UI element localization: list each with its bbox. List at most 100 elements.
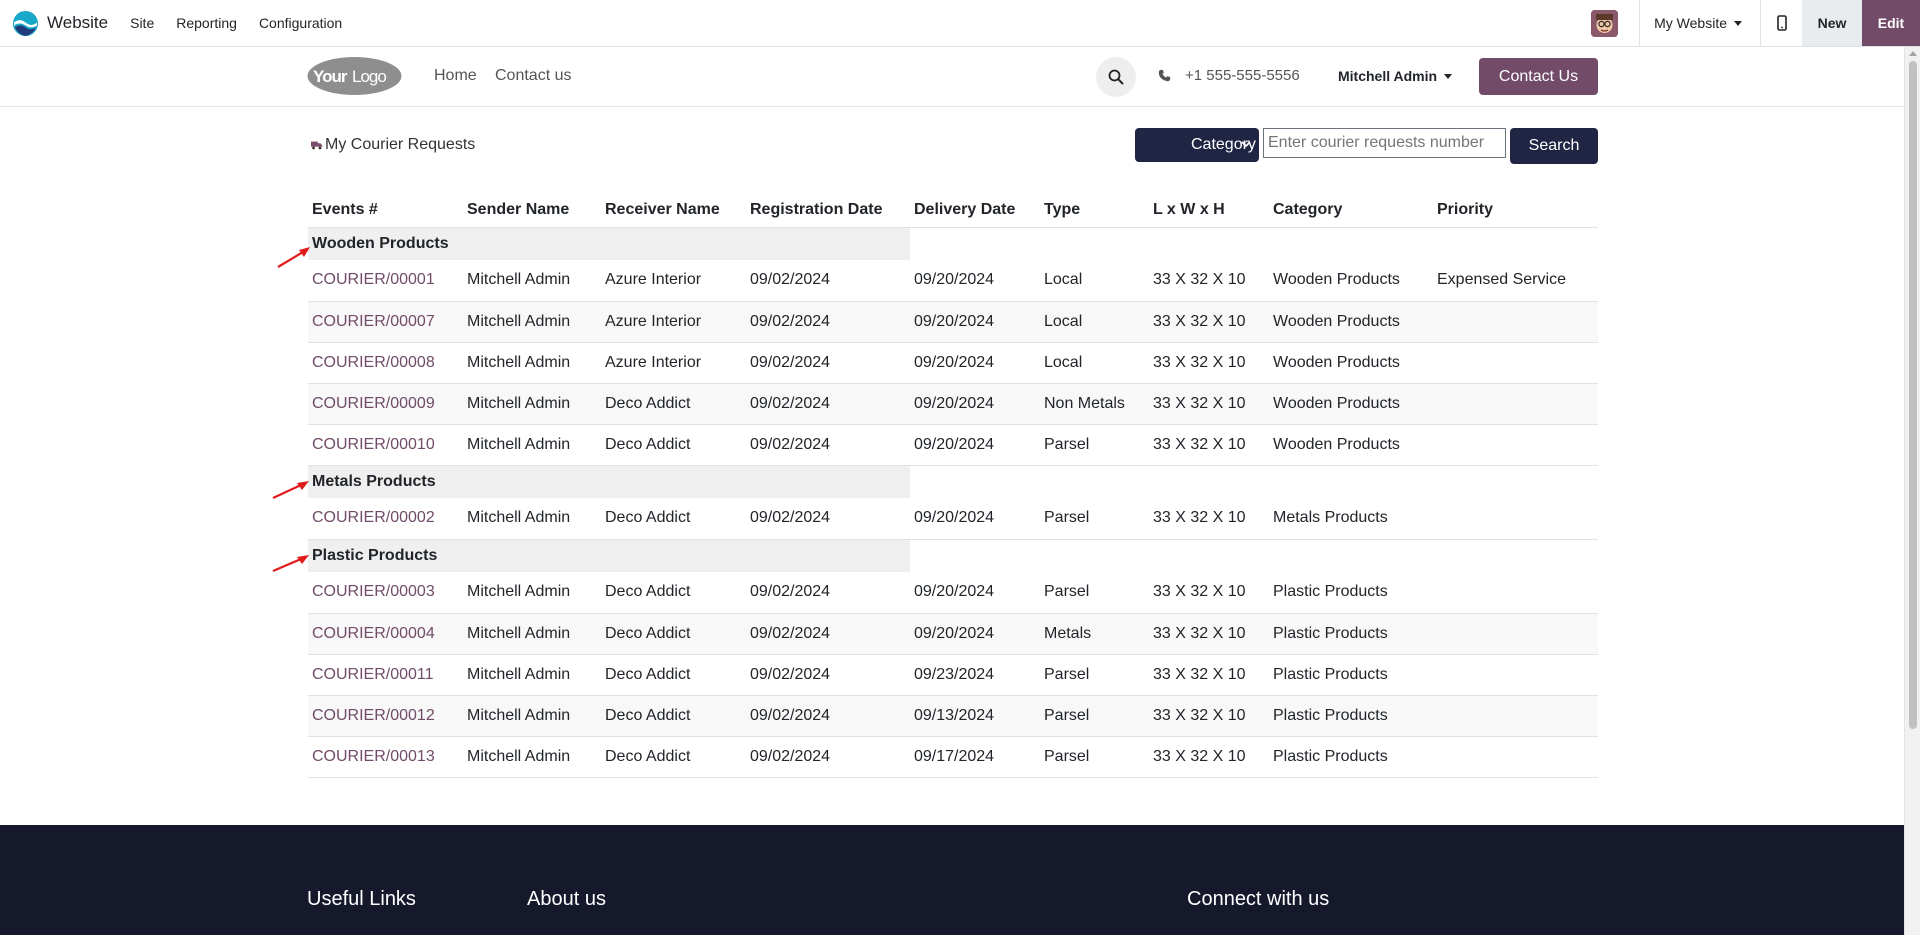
cell-delivery-date: 09/20/2024 — [910, 342, 1040, 384]
cell-dimensions: 33 X 32 X 10 — [1149, 260, 1269, 302]
cell-type: Parsel — [1040, 572, 1149, 614]
cell-registration-date: 09/02/2024 — [746, 424, 910, 466]
cell-type: Parsel — [1040, 654, 1149, 696]
request-ref-link[interactable]: COURIER/00013 — [312, 748, 435, 765]
courier-requests-table: Events # Sender Name Receiver Name Regis… — [308, 194, 1598, 778]
table-row[interactable]: COURIER/00009 Mitchell Admin Deco Addict 09… — [308, 383, 1598, 425]
footer-heading-connect: Connect with us — [1187, 888, 1330, 910]
category-filter-select[interactable]: Category — [1135, 128, 1259, 162]
table-row[interactable]: COURIER/00010 Mitchell Admin Deco Addict 09… — [308, 424, 1598, 466]
scroll-up-icon[interactable] — [1909, 51, 1917, 56]
menu-site[interactable]: Site — [130, 15, 154, 31]
table-row[interactable]: COURIER/00003 Mitchell Admin Deco Addict 09… — [308, 572, 1598, 614]
table-row[interactable]: COURIER/00002 Mitchell Admin Deco Addict 09… — [308, 498, 1598, 540]
cell-type: Parsel — [1040, 695, 1149, 737]
cell-dimensions: 33 X 32 X 10 — [1149, 498, 1269, 540]
cell-category: Wooden Products — [1269, 342, 1433, 384]
nav-contact-us[interactable]: Contact us — [495, 67, 571, 85]
red-arrow-icon — [277, 247, 310, 268]
user-menu[interactable]: Mitchell Admin — [1338, 68, 1453, 84]
cell-dimensions: 33 X 32 X 10 — [1149, 654, 1269, 696]
cell-receiver-name: Deco Addict — [601, 695, 746, 737]
request-ref-link[interactable]: COURIER/00011 — [312, 666, 434, 683]
phone-icon — [1158, 69, 1171, 82]
cell-sender-name: Mitchell Admin — [463, 613, 601, 655]
nav-home[interactable]: Home — [434, 67, 477, 85]
scrollbar-thumb[interactable] — [1909, 61, 1917, 729]
website-switcher-label: My Website — [1654, 15, 1727, 31]
website-switcher[interactable]: My Website — [1640, 0, 1760, 46]
request-ref-link[interactable]: COURIER/00008 — [312, 354, 435, 371]
request-ref-link[interactable]: COURIER/00001 — [312, 271, 435, 288]
footer-heading-useful-links: Useful Links — [307, 888, 416, 910]
group-label: Wooden Products — [308, 227, 910, 260]
table-row[interactable]: COURIER/00012 Mitchell Admin Deco Addict 09… — [308, 695, 1598, 737]
cell-receiver-name: Deco Addict — [601, 572, 746, 614]
site-header: Your Logo Home Contact us +1 555-555-555… — [0, 47, 1904, 107]
table-row[interactable]: COURIER/00008 Mitchell Admin Azure Interio… — [308, 342, 1598, 384]
courier-request-search-input[interactable] — [1263, 128, 1506, 158]
cell-receiver-name: Deco Addict — [601, 736, 746, 778]
website-logo-icon — [12, 10, 39, 36]
mobile-preview-button[interactable] — [1760, 0, 1802, 46]
logo-text: Your — [313, 67, 348, 86]
table-row[interactable]: COURIER/00007 Mitchell Admin Azure Interio… — [308, 301, 1598, 343]
user-avatar[interactable] — [1591, 9, 1619, 37]
menu-reporting[interactable]: Reporting — [176, 15, 237, 31]
cell-sender-name: Mitchell Admin — [463, 260, 601, 302]
cell-delivery-date: 09/23/2024 — [910, 654, 1040, 696]
cell-type: Non Metals — [1040, 383, 1149, 425]
table-row[interactable]: COURIER/00013 Mitchell Admin Deco Addict 09… — [308, 736, 1598, 778]
table-row[interactable]: COURIER/00001 Mitchell Admin Azure Interio… — [308, 260, 1598, 302]
cell-request-ref: COURIER/00009 — [308, 383, 463, 425]
cell-request-ref: COURIER/00012 — [308, 695, 463, 737]
app-brand[interactable]: Website — [0, 0, 130, 46]
cell-sender-name: Mitchell Admin — [463, 736, 601, 778]
chevron-down-icon — [1734, 20, 1742, 26]
cell-priority — [1433, 695, 1598, 737]
new-button[interactable]: New — [1802, 0, 1862, 46]
cell-priority — [1433, 301, 1598, 343]
request-ref-link[interactable]: COURIER/00003 — [312, 583, 435, 600]
cell-priority — [1433, 383, 1598, 425]
request-ref-link[interactable]: COURIER/00002 — [312, 509, 435, 526]
cell-dimensions: 33 X 32 X 10 — [1149, 695, 1269, 737]
cell-dimensions: 33 X 32 X 10 — [1149, 301, 1269, 343]
request-ref-link[interactable]: COURIER/00007 — [312, 313, 435, 330]
cell-receiver-name: Azure Interior — [601, 301, 746, 343]
search-button[interactable]: Search — [1510, 128, 1598, 164]
cell-type: Local — [1040, 260, 1149, 302]
request-ref-link[interactable]: COURIER/00012 — [312, 707, 435, 724]
edit-button[interactable]: Edit — [1862, 0, 1920, 46]
cell-category: Wooden Products — [1269, 301, 1433, 343]
column-header: Events # — [308, 194, 463, 228]
cell-category: Plastic Products — [1269, 736, 1433, 778]
cell-registration-date: 09/02/2024 — [746, 260, 910, 302]
table-row[interactable]: COURIER/00004 Mitchell Admin Deco Addict 09… — [308, 613, 1598, 655]
cell-category: Wooden Products — [1269, 383, 1433, 425]
column-header: Sender Name — [463, 194, 601, 228]
header-search-button[interactable] — [1096, 57, 1136, 97]
cell-priority — [1433, 572, 1598, 614]
cell-category: Plastic Products — [1269, 613, 1433, 655]
cell-registration-date: 09/02/2024 — [746, 383, 910, 425]
cell-registration-date: 09/02/2024 — [746, 498, 910, 540]
cell-receiver-name: Deco Addict — [601, 498, 746, 540]
cell-sender-name: Mitchell Admin — [463, 342, 601, 384]
header-phone[interactable]: +1 555-555-5556 — [1158, 67, 1300, 84]
cell-registration-date: 09/02/2024 — [746, 654, 910, 696]
request-ref-link[interactable]: COURIER/00009 — [312, 395, 435, 412]
cell-registration-date: 09/02/2024 — [746, 301, 910, 343]
contact-us-button[interactable]: Contact Us — [1479, 58, 1598, 95]
cell-delivery-date: 09/20/2024 — [910, 424, 1040, 466]
cell-delivery-date: 09/17/2024 — [910, 736, 1040, 778]
cell-category: Plastic Products — [1269, 572, 1433, 614]
avatar-face-icon — [1591, 9, 1619, 37]
request-ref-link[interactable]: COURIER/00010 — [312, 436, 435, 453]
menu-configuration[interactable]: Configuration — [259, 15, 342, 31]
cell-delivery-date: 09/20/2024 — [910, 572, 1040, 614]
request-ref-link[interactable]: COURIER/00004 — [312, 625, 435, 642]
page-scrollbar[interactable] — [1904, 47, 1920, 935]
site-logo[interactable]: Your Logo — [307, 56, 402, 96]
table-row[interactable]: COURIER/00011 Mitchell Admin Deco Addict 09… — [308, 654, 1598, 696]
